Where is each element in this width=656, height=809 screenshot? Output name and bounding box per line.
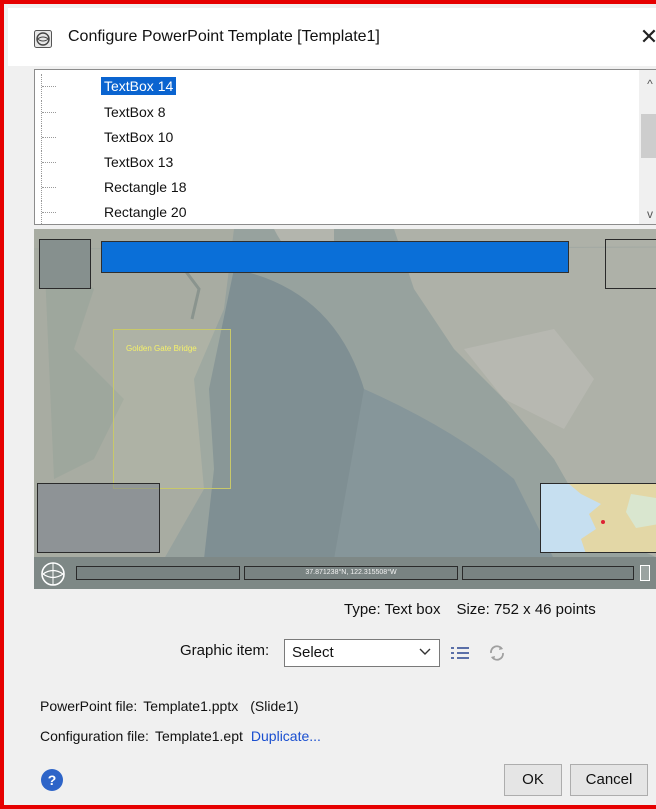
duplicate-link[interactable]: Duplicate...: [251, 728, 321, 744]
tree-connector: [41, 150, 62, 174]
map-coordinates: 37.871238°N, 122.315508°W: [305, 569, 397, 576]
ok-button[interactable]: OK: [504, 764, 562, 796]
placeholder-rect-top-left[interactable]: [39, 239, 91, 289]
configuration-file-line: Configuration file: Template1.ept Duplicat…: [40, 728, 321, 744]
tree-item[interactable]: TextBox 14: [35, 74, 635, 98]
app-icon: [34, 30, 52, 48]
config-label: Configuration file:: [40, 728, 149, 744]
type-text: Type: Text box: [344, 601, 441, 618]
selection-info: Type: Text box Size: 752 x 46 points: [344, 601, 596, 618]
tree-item[interactable]: Rectangle 20: [35, 200, 635, 224]
tree-connector: [41, 100, 62, 124]
tree-item[interactable]: TextBox 13: [35, 150, 635, 174]
tree-item-label[interactable]: TextBox 13: [101, 153, 176, 171]
chevron-down-icon: [419, 648, 431, 655]
zoom-handle[interactable]: [640, 565, 650, 581]
pptx-slide: (Slide1): [250, 698, 299, 714]
help-icon[interactable]: ?: [41, 769, 63, 791]
tree-connector: [41, 200, 62, 224]
status-segment-coordinates: 37.871238°N, 122.315508°W: [244, 566, 458, 580]
tree-item-label[interactable]: TextBox 14: [101, 77, 177, 95]
tree-item-label[interactable]: TextBox 10: [101, 128, 176, 146]
title-bar: Configure PowerPoint Template [Template1…: [8, 8, 656, 66]
map-status-bar: 37.871238°N, 122.315508°W: [34, 557, 656, 589]
config-value: Template1.ept: [154, 728, 243, 744]
inset-map[interactable]: [540, 483, 656, 553]
refresh-icon[interactable]: [486, 643, 508, 663]
tree-connector: [41, 175, 62, 199]
graphic-item-select[interactable]: Select: [284, 639, 440, 667]
tree-item-label[interactable]: Rectangle 18: [101, 178, 190, 196]
golden-gate-label: Golden Gate Bridge: [126, 344, 197, 353]
tree-item[interactable]: Rectangle 18: [35, 175, 635, 199]
scroll-thumb[interactable]: [641, 114, 656, 158]
dialog-window: Configure PowerPoint Template [Template1…: [0, 0, 656, 809]
placeholder-rect-bottom-left[interactable]: [37, 483, 160, 553]
template-preview[interactable]: Golden Gate Bridge 37.871238°N, 122.3155…: [34, 229, 656, 589]
window-title: Configure PowerPoint Template [Template1…: [68, 28, 380, 45]
textbox-14-highlight[interactable]: [101, 241, 569, 273]
pptx-label: PowerPoint file:: [40, 698, 138, 714]
graphic-item-label: Graphic item:: [180, 642, 270, 659]
list-icon[interactable]: [449, 643, 471, 663]
shape-tree[interactable]: TextBox 14 TextBox 8 TextBox 10 TextBox …: [34, 69, 656, 225]
graphic-item-value: Select: [292, 644, 334, 661]
cancel-button[interactable]: Cancel: [570, 764, 648, 796]
placeholder-rect-top-right[interactable]: [605, 239, 656, 289]
tree-item-label[interactable]: Rectangle 20: [101, 203, 190, 221]
tree-connector: [41, 74, 62, 98]
status-segment-left: [76, 566, 240, 580]
tree-scrollbar[interactable]: ^ v: [639, 70, 656, 224]
tree-item-label[interactable]: TextBox 8: [101, 103, 168, 121]
inset-map-graphic: [541, 484, 656, 552]
globe-icon[interactable]: [40, 561, 66, 587]
tree-connector: [41, 125, 62, 149]
status-segment-right: [462, 566, 634, 580]
scroll-down-icon[interactable]: v: [639, 204, 656, 224]
close-button[interactable]: ✕: [634, 22, 656, 52]
powerpoint-file-line: PowerPoint file: Template1.pptx (Slide1): [40, 698, 298, 714]
golden-gate-textbox[interactable]: Golden Gate Bridge: [113, 329, 231, 489]
tree-item[interactable]: TextBox 10: [35, 125, 635, 149]
pptx-value: Template1.pptx: [143, 698, 239, 714]
scroll-up-icon[interactable]: ^: [639, 74, 656, 94]
tree-item[interactable]: TextBox 8: [35, 100, 635, 124]
size-text: Size: 752 x 46 points: [456, 601, 596, 618]
